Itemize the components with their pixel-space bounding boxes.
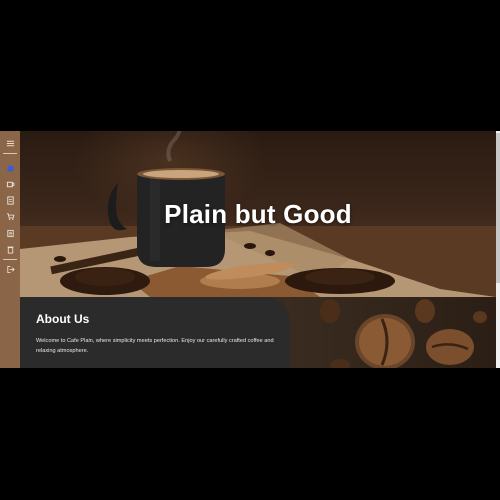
about-title: About Us xyxy=(36,312,90,326)
menu-toggle-button[interactable] xyxy=(0,137,20,149)
trash-icon xyxy=(7,246,13,254)
sidebar-item-orders[interactable] xyxy=(0,194,20,206)
sidebar-item-delete[interactable] xyxy=(0,243,20,255)
scrollbar-thumb[interactable] xyxy=(496,133,500,283)
sidebar-item-logout[interactable] xyxy=(0,263,20,275)
app-window: Plain but Good About Us Welcome to Cafe … xyxy=(0,131,500,368)
about-description: Welcome to Cafe Plain, where simplicity … xyxy=(36,338,274,354)
sidebar xyxy=(0,131,20,368)
sidebar-divider xyxy=(3,259,17,260)
about-card: About Us Welcome to Cafe Plain, where si… xyxy=(20,297,290,368)
coffee-cup-icon xyxy=(6,181,14,187)
hero-title: Plain but Good xyxy=(164,199,352,229)
list-icon xyxy=(6,229,14,237)
menu-icon xyxy=(6,140,14,146)
document-icon xyxy=(6,195,14,205)
cart-icon xyxy=(6,212,14,220)
logout-icon xyxy=(6,265,15,273)
sidebar-item-home[interactable] xyxy=(0,162,20,174)
hero-banner: Plain but Good xyxy=(20,131,496,297)
sidebar-item-list[interactable] xyxy=(0,227,20,239)
sidebar-divider xyxy=(3,153,17,154)
sidebar-item-menu[interactable] xyxy=(0,178,20,190)
vertical-scrollbar[interactable] xyxy=(496,131,500,368)
about-section: About Us Welcome to Cafe Plain, where si… xyxy=(20,297,496,368)
home-icon xyxy=(6,164,14,172)
sidebar-item-cart[interactable] xyxy=(0,210,20,222)
